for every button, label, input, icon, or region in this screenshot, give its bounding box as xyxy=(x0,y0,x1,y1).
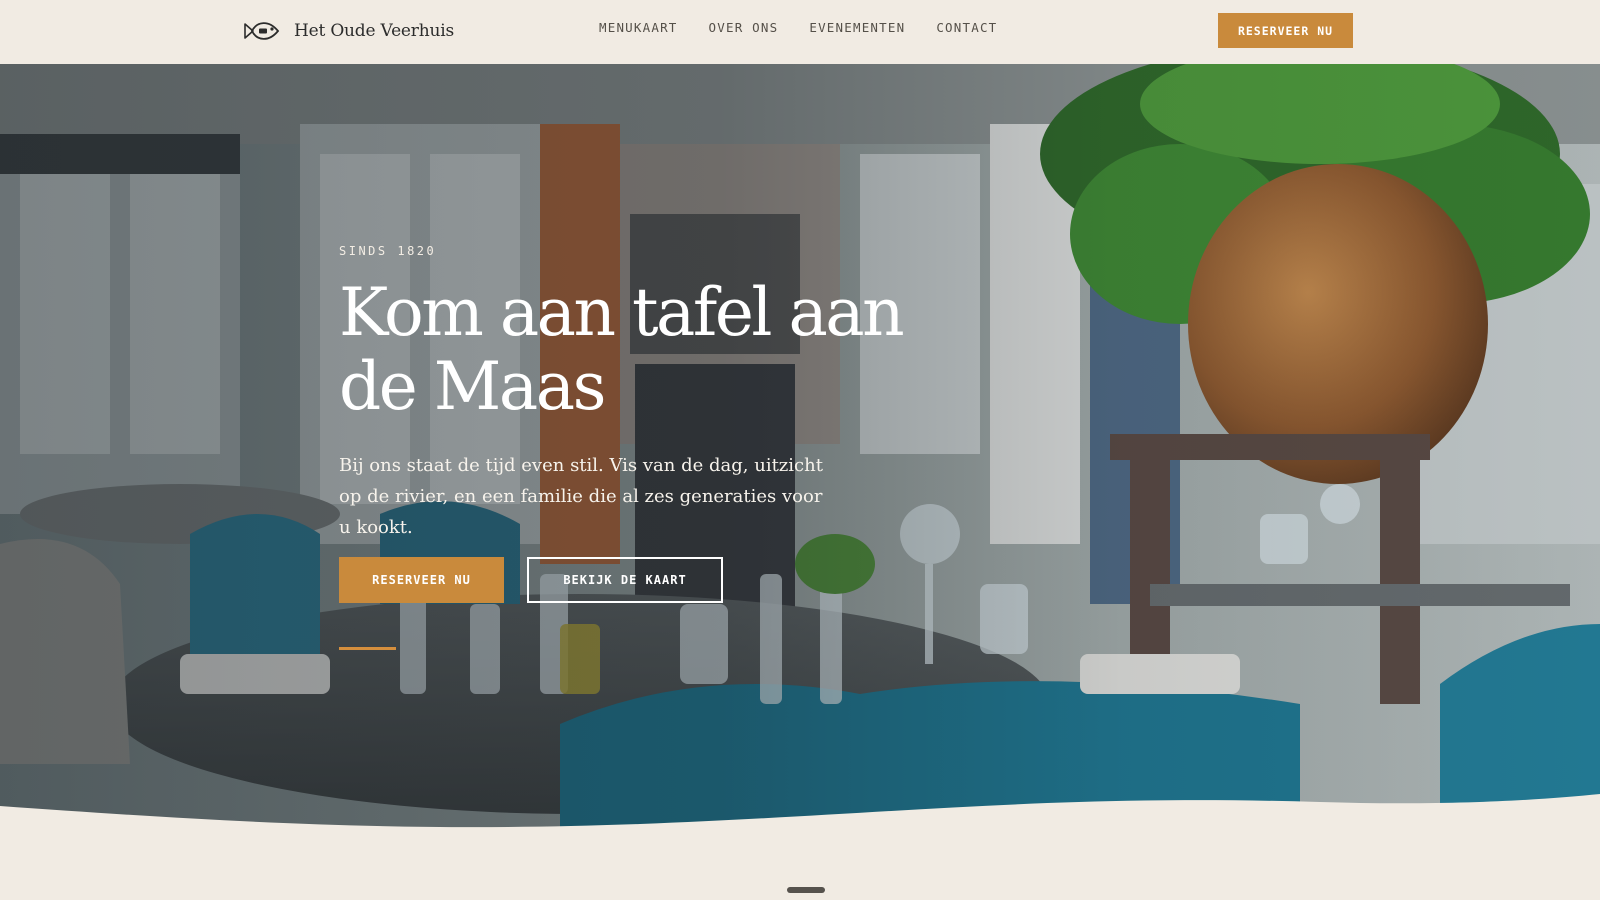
nav-link-menukaart[interactable]: MENUKAART xyxy=(599,20,678,35)
hero-section: SINDS 1820 Kom aan tafel aan de Maas Bij… xyxy=(0,64,1600,834)
brand-link[interactable]: Het Oude Veerhuis xyxy=(242,14,454,48)
nav-link-contact[interactable]: CONTACT xyxy=(936,20,997,35)
fish-logo-icon xyxy=(244,22,280,40)
nav-link-over-ons[interactable]: OVER ONS xyxy=(709,20,779,35)
hero-actions: RESERVEER NU BEKIJK DE KAART xyxy=(339,557,723,603)
brand-name: Het Oude Veerhuis xyxy=(294,21,454,41)
main-nav: MENUKAART OVER ONS EVENEMENTEN CONTACT xyxy=(599,20,997,35)
hero-title: Kom aan tafel aan de Maas xyxy=(339,274,905,425)
view-menu-button[interactable]: BEKIJK DE KAART xyxy=(527,557,723,603)
hero-subtitle: Bij ons staat de tijd even stil. Vis van… xyxy=(339,455,823,538)
site-header: Het Oude Veerhuis MENUKAART OVER ONS EVE… xyxy=(0,0,1600,64)
hero-content: SINDS 1820 Kom aan tafel aan de Maas Bij… xyxy=(339,244,979,543)
nav-link-evenementen[interactable]: EVENEMENTEN xyxy=(809,20,905,35)
scroll-indicator[interactable] xyxy=(787,887,825,893)
hero-wave-divider xyxy=(0,794,1600,834)
hero-reserve-button[interactable]: RESERVEER NU xyxy=(339,557,504,603)
header-reserve-button[interactable]: RESERVEER NU xyxy=(1218,13,1353,48)
hero-accent-line xyxy=(339,647,396,650)
hero-eyebrow: SINDS 1820 xyxy=(339,244,437,258)
